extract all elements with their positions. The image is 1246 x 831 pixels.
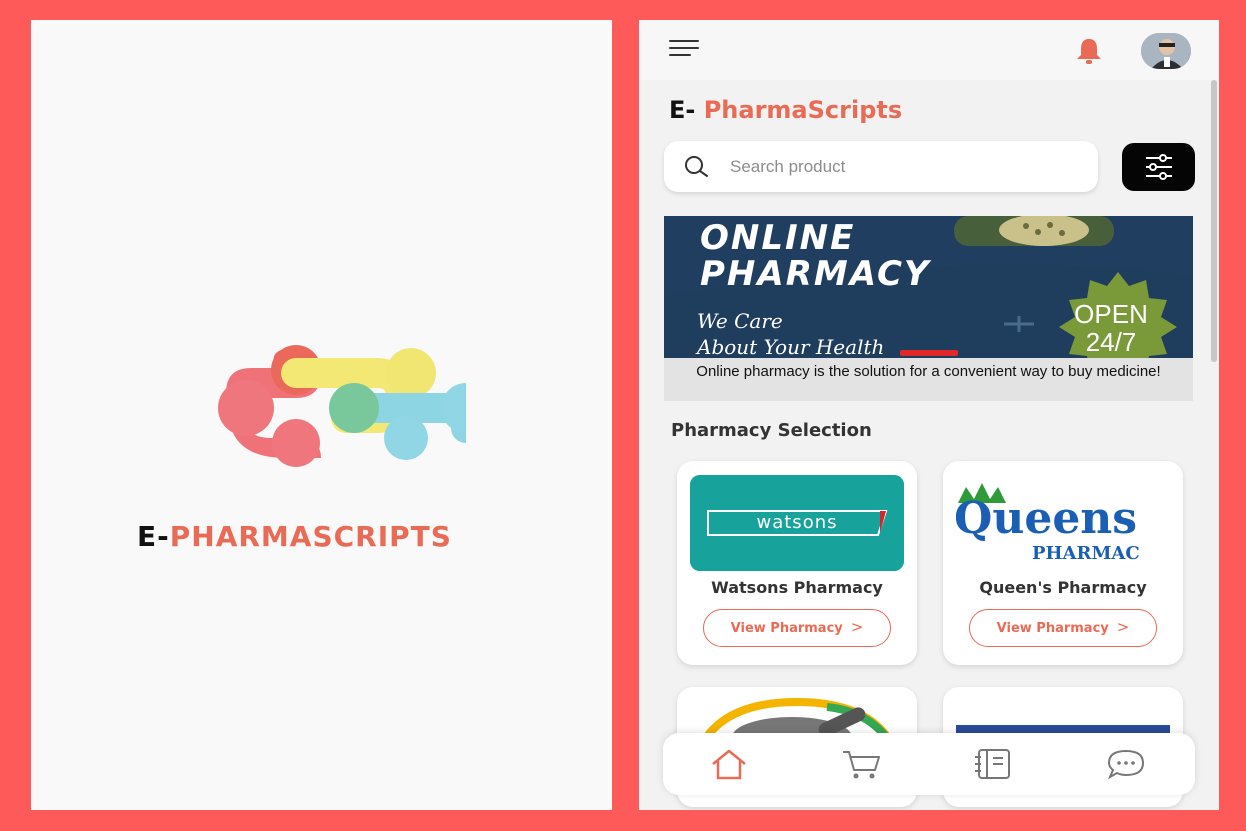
open-badge-line1: OPEN bbox=[1074, 299, 1148, 329]
notification-bell-icon[interactable] bbox=[1073, 37, 1105, 65]
view-pharmacy-label: View Pharmacy bbox=[730, 621, 843, 636]
home-icon[interactable] bbox=[709, 748, 749, 780]
banner-headline-line1: ONLINE bbox=[700, 218, 856, 258]
splash-screen: E-PHARMASCRIPTS bbox=[31, 20, 612, 810]
pharmacy-card-queens[interactable]: Queens PHARMAC Queen's Pharmacy View Pha… bbox=[943, 461, 1183, 665]
banner-caption: Online pharmacy is the solution for a co… bbox=[664, 358, 1193, 401]
splash-brand-prefix: E- bbox=[137, 520, 170, 553]
splash-brand-main: PHARMASCRIPTS bbox=[169, 520, 452, 553]
app-title: E- PharmaScripts bbox=[669, 96, 902, 124]
pharmacy-name: Watsons Pharmacy bbox=[711, 578, 883, 597]
queens-logo: Queens PHARMAC bbox=[956, 475, 1170, 571]
filter-button[interactable] bbox=[1122, 143, 1195, 191]
watsons-logo-text: watsons bbox=[756, 512, 838, 533]
pharmacy-card-watsons[interactable]: watsons Watsons Pharmacy View Pharmacy > bbox=[677, 461, 917, 665]
banner-image: ONLINE PHARMACY We Care About Your Healt… bbox=[664, 216, 1193, 358]
filter-sliders-icon bbox=[1146, 154, 1172, 180]
home-screen: E- PharmaScripts Search product ONLINE P… bbox=[639, 20, 1219, 810]
app-title-prefix: E- bbox=[669, 96, 704, 124]
chevron-right-icon: > bbox=[850, 618, 864, 636]
queens-logo-subtext: PHARMAC bbox=[1032, 543, 1140, 564]
top-bar bbox=[639, 20, 1219, 80]
scrollbar[interactable] bbox=[1211, 80, 1217, 362]
banner-headline: ONLINE PHARMACY bbox=[700, 220, 931, 292]
user-avatar[interactable] bbox=[1141, 33, 1191, 69]
promo-banner[interactable]: ONLINE PHARMACY We Care About Your Healt… bbox=[664, 216, 1193, 401]
pharmacy-name: Queen's Pharmacy bbox=[979, 578, 1147, 597]
search-bar[interactable] bbox=[664, 141, 1098, 192]
search-icon bbox=[685, 156, 708, 177]
banner-tagline-line2: About Your Health bbox=[697, 335, 885, 358]
view-pharmacy-button[interactable]: View Pharmacy > bbox=[969, 609, 1157, 647]
open-badge-line2: 24/7 bbox=[1085, 327, 1137, 357]
section-title-pharmacy-selection: Pharmacy Selection bbox=[671, 420, 872, 441]
app-logo-icon bbox=[218, 345, 466, 467]
screenshot-frame: E-PHARMASCRIPTS E- PharmaScripts Search … bbox=[0, 0, 1246, 831]
orders-icon[interactable] bbox=[973, 748, 1013, 780]
watsons-logo: watsons bbox=[690, 475, 904, 571]
view-pharmacy-label: View Pharmacy bbox=[996, 621, 1109, 636]
app-title-main: PharmaScripts bbox=[703, 96, 903, 124]
banner-tagline-line1: We Care bbox=[697, 309, 783, 333]
open-badge-text: OPEN 24/7 bbox=[1056, 300, 1166, 356]
hamburger-menu-icon[interactable] bbox=[669, 40, 699, 60]
queens-logo-text: Queens bbox=[956, 493, 1138, 544]
bottom-navigation bbox=[663, 733, 1195, 795]
view-pharmacy-button[interactable]: View Pharmacy > bbox=[703, 609, 891, 647]
chevron-right-icon: > bbox=[1116, 618, 1130, 636]
carousel-indicator[interactable] bbox=[900, 350, 958, 356]
cart-icon[interactable] bbox=[841, 748, 881, 780]
banner-tagline: We Care About Your Health bbox=[697, 308, 884, 358]
banner-headline-line2: PHARMACY bbox=[700, 254, 931, 294]
search-input[interactable] bbox=[730, 153, 1070, 181]
chat-icon[interactable] bbox=[1106, 748, 1146, 780]
splash-brand-name: E-PHARMASCRIPTS bbox=[31, 520, 612, 553]
